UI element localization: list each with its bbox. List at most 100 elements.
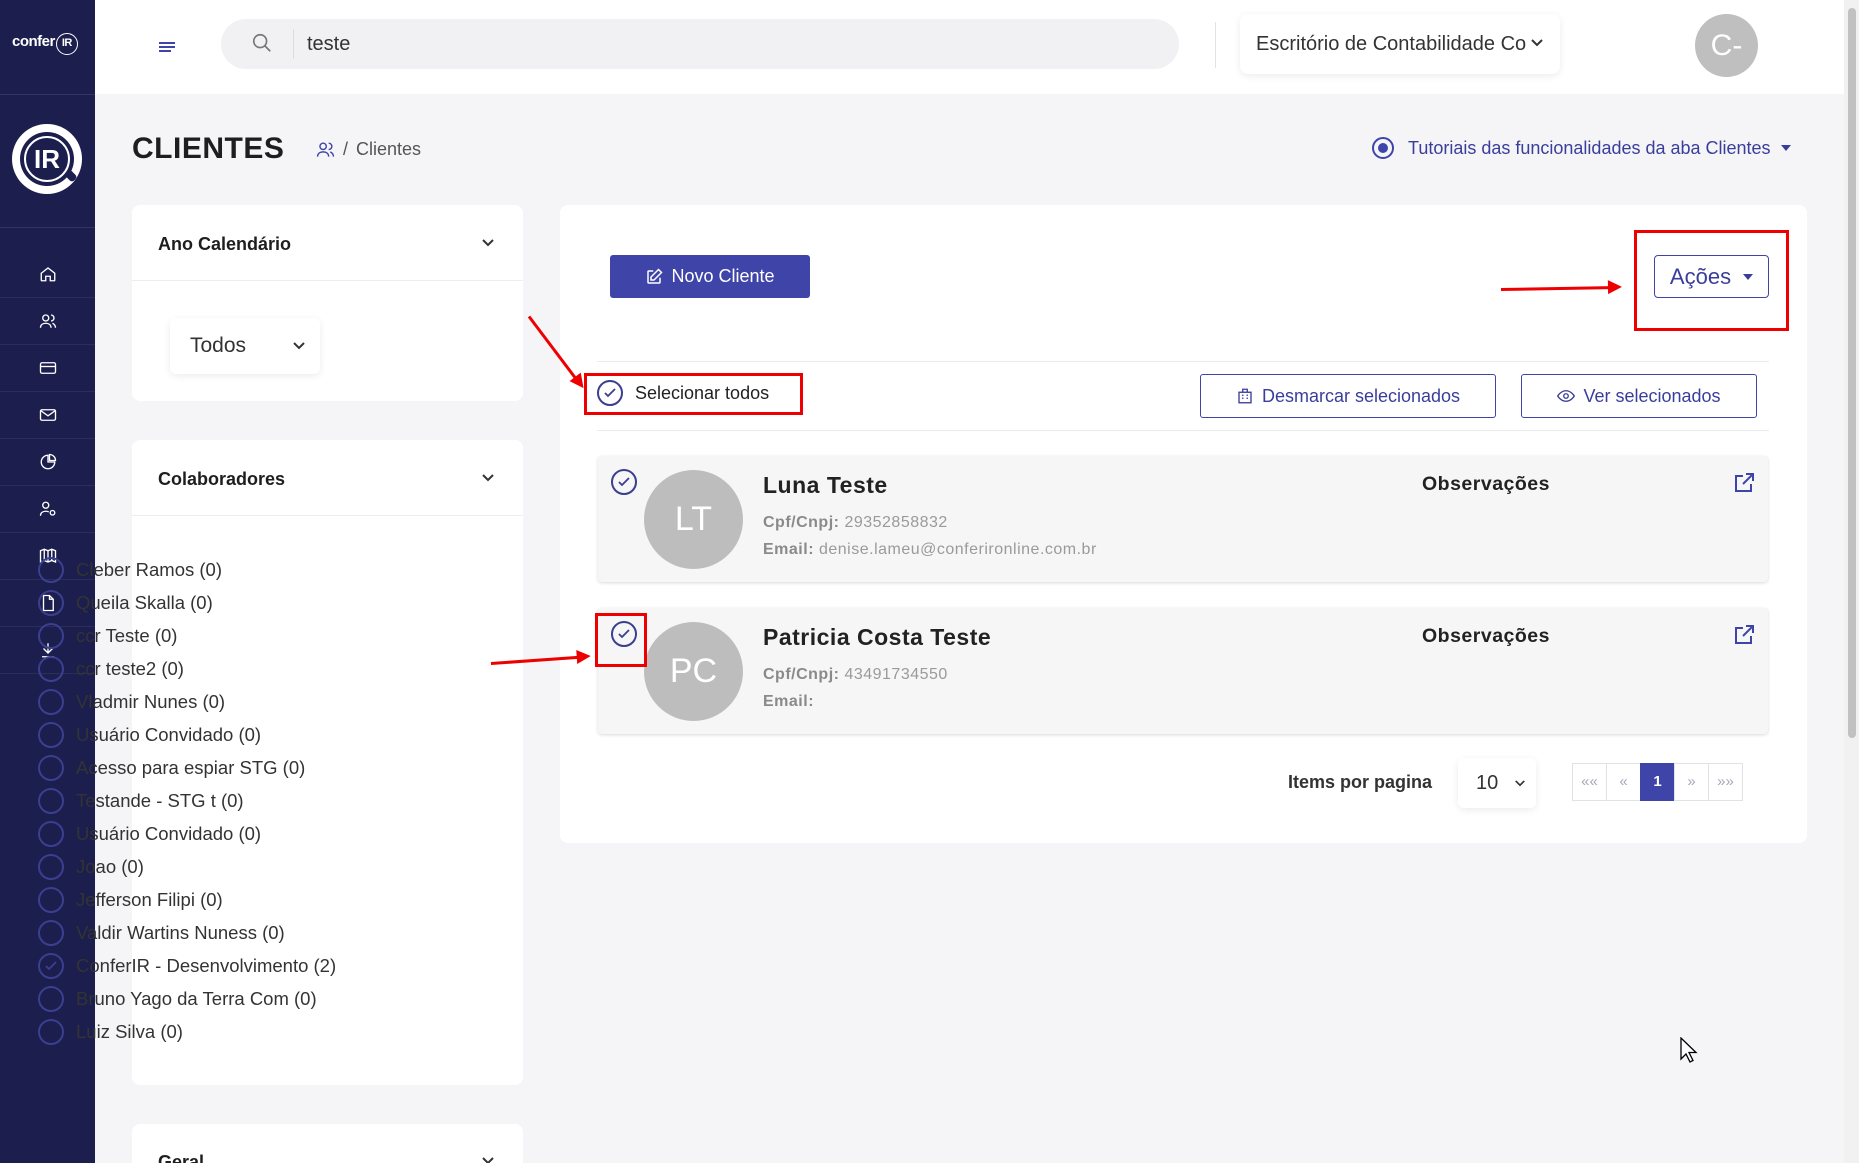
collaborator-item[interactable]: Usuário Convidado (0) — [38, 817, 336, 850]
collaborators-filter-header[interactable]: Colaboradores — [132, 440, 523, 516]
edit-icon — [647, 267, 664, 284]
collaborator-item[interactable]: Bruno Yago da Terra Com (0) — [38, 982, 336, 1015]
search-input[interactable] — [307, 29, 1147, 59]
external-link-icon[interactable] — [1732, 623, 1756, 647]
divider — [597, 361, 1769, 362]
collaborator-item[interactable]: Vladmir Nunes (0) — [38, 685, 336, 718]
collaborator-item[interactable]: ccr Teste (0) — [38, 619, 336, 652]
collaborator-label: Valdir Wartins Nuness (0) — [76, 921, 285, 943]
year-filter-card: Ano Calendário Todos — [132, 205, 523, 401]
app-logo[interactable]: confer IR — [12, 33, 78, 55]
sidebar-item-home[interactable] — [0, 251, 95, 298]
collaborator-item[interactable]: Testande - STG t (0) — [38, 784, 336, 817]
chevron-down-icon — [482, 474, 494, 482]
circle-icon[interactable] — [38, 787, 64, 814]
collaborator-label: Usuário Convidado (0) — [76, 822, 262, 844]
prev-page-button[interactable]: « — [1606, 763, 1641, 801]
client-avatar: PC — [644, 622, 743, 721]
circle-icon[interactable] — [38, 721, 64, 748]
sidebar-item-reports[interactable] — [0, 439, 95, 486]
new-client-button[interactable]: Novo Cliente — [610, 255, 810, 298]
circle-icon[interactable] — [38, 853, 64, 880]
general-filter-header[interactable]: Geral — [132, 1124, 523, 1163]
collaborator-label: Testande - STG t (0) — [76, 789, 244, 811]
sidebar-item-billing[interactable] — [0, 345, 95, 392]
client-card[interactable]: PC Patricia Costa Teste Cpf/Cnpj: 434917… — [598, 608, 1768, 734]
breadcrumb-current[interactable]: Clientes — [356, 139, 421, 160]
first-page-button[interactable]: «« — [1572, 763, 1607, 801]
client-email: Email: — [763, 693, 815, 710]
collaborator-label: Jefferson Filipi (0) — [76, 888, 223, 910]
client-checkbox[interactable] — [611, 469, 637, 495]
circle-icon[interactable] — [38, 655, 64, 682]
external-link-icon[interactable] — [1732, 471, 1756, 495]
year-select[interactable]: Todos — [170, 318, 320, 374]
menu-icon[interactable] — [159, 40, 175, 54]
circle-icon[interactable] — [38, 985, 64, 1012]
chevron-down-icon — [293, 342, 305, 350]
client-email: Email: denise.lameu@conferironline.com.b… — [763, 541, 1097, 558]
circle-icon[interactable] — [38, 688, 64, 715]
collaborator-item[interactable]: ccr teste2 (0) — [38, 652, 336, 685]
breadcrumb: / Clientes — [316, 139, 421, 160]
collaborator-item[interactable]: ConferIR - Desenvolvimento (2) — [38, 949, 336, 982]
mail-icon — [39, 409, 56, 421]
chevron-down-icon — [482, 239, 494, 247]
scrollbar-thumb[interactable] — [1848, 8, 1856, 738]
next-page-button[interactable]: » — [1674, 763, 1709, 801]
collaborator-item[interactable]: Joao (0) — [38, 850, 336, 883]
circle-icon[interactable] — [38, 622, 64, 649]
page-title: CLIENTES — [132, 132, 285, 165]
collaborator-item[interactable]: Usuário Convidado (0) — [38, 718, 336, 751]
chevron-down-icon — [1531, 39, 1543, 47]
eye-icon — [1557, 390, 1576, 402]
mouse-cursor-icon — [1680, 1037, 1698, 1063]
check-icon — [618, 477, 630, 487]
page-scrollbar[interactable] — [1844, 0, 1859, 1163]
year-select-value: Todos — [190, 334, 247, 357]
unselect-button[interactable]: Desmarcar selecionados — [1200, 374, 1496, 418]
sidebar-item-clients[interactable] — [0, 298, 95, 345]
collaborator-item[interactable]: Luiz Silva (0) — [38, 1015, 336, 1048]
collaborator-item[interactable]: Cleber Ramos (0) — [38, 553, 336, 586]
circle-icon[interactable] — [38, 820, 64, 847]
brand-badge-icon: IR — [12, 124, 82, 194]
circle-icon[interactable] — [38, 1018, 64, 1045]
circle-icon[interactable] — [38, 754, 64, 781]
sidebar-divider — [0, 94, 95, 95]
collaborator-label: ccr teste2 (0) — [76, 657, 184, 679]
collaborator-item[interactable]: Acesso para espiar STG (0) — [38, 751, 336, 784]
circle-icon[interactable] — [38, 919, 64, 946]
tutorials-dropdown[interactable]: Tutoriais das funcionalidades da aba Cli… — [1372, 137, 1791, 159]
circle-icon[interactable] — [38, 589, 64, 616]
collaborator-item[interactable]: Queila Skalla (0) — [38, 586, 336, 619]
sidebar-item-messages[interactable] — [0, 392, 95, 439]
radio-icon — [1372, 137, 1394, 159]
collaborators-filter-title: Colaboradores — [158, 469, 286, 489]
user-avatar[interactable]: C- — [1695, 14, 1758, 77]
sidebar-item-user-settings[interactable] — [0, 486, 95, 533]
collaborator-label: ccr Teste (0) — [76, 624, 178, 646]
view-selected-button[interactable]: Ver selecionados — [1521, 374, 1757, 418]
last-page-button[interactable]: »» — [1708, 763, 1743, 801]
check-circle-icon[interactable] — [38, 952, 64, 979]
collaborator-label: Vladmir Nunes (0) — [76, 690, 226, 712]
collaborator-item[interactable]: Jefferson Filipi (0) — [38, 883, 336, 916]
client-avatar: LT — [644, 470, 743, 569]
collaborator-label: Acesso para espiar STG (0) — [76, 756, 306, 778]
page-button-current[interactable]: 1 — [1640, 763, 1675, 801]
search-icon[interactable] — [251, 32, 273, 54]
circle-icon[interactable] — [38, 886, 64, 913]
collaborator-item[interactable]: Valdir Wartins Nuness (0) — [38, 916, 336, 949]
collaborator-label: ConferIR - Desenvolvimento (2) — [76, 954, 337, 976]
circle-icon[interactable] — [38, 556, 64, 583]
collaborators-list: Cleber Ramos (0) Queila Skalla (0) ccr Tes… — [38, 553, 336, 1048]
client-card[interactable]: LT Luna Teste Cpf/Cnpj: 29352858832 Emai… — [598, 456, 1768, 582]
items-per-page-select[interactable]: 10 — [1458, 758, 1536, 808]
year-filter-header[interactable]: Ano Calendário — [132, 205, 523, 281]
office-select[interactable]: Escritório de Contabilidade Co — [1240, 14, 1560, 74]
collaborator-label: Queila Skalla (0) — [76, 591, 213, 613]
collaborator-label: Bruno Yago da Terra Com (0) — [76, 987, 317, 1009]
year-filter-title: Ano Calendário — [158, 234, 292, 254]
highlight-box — [1634, 230, 1789, 331]
